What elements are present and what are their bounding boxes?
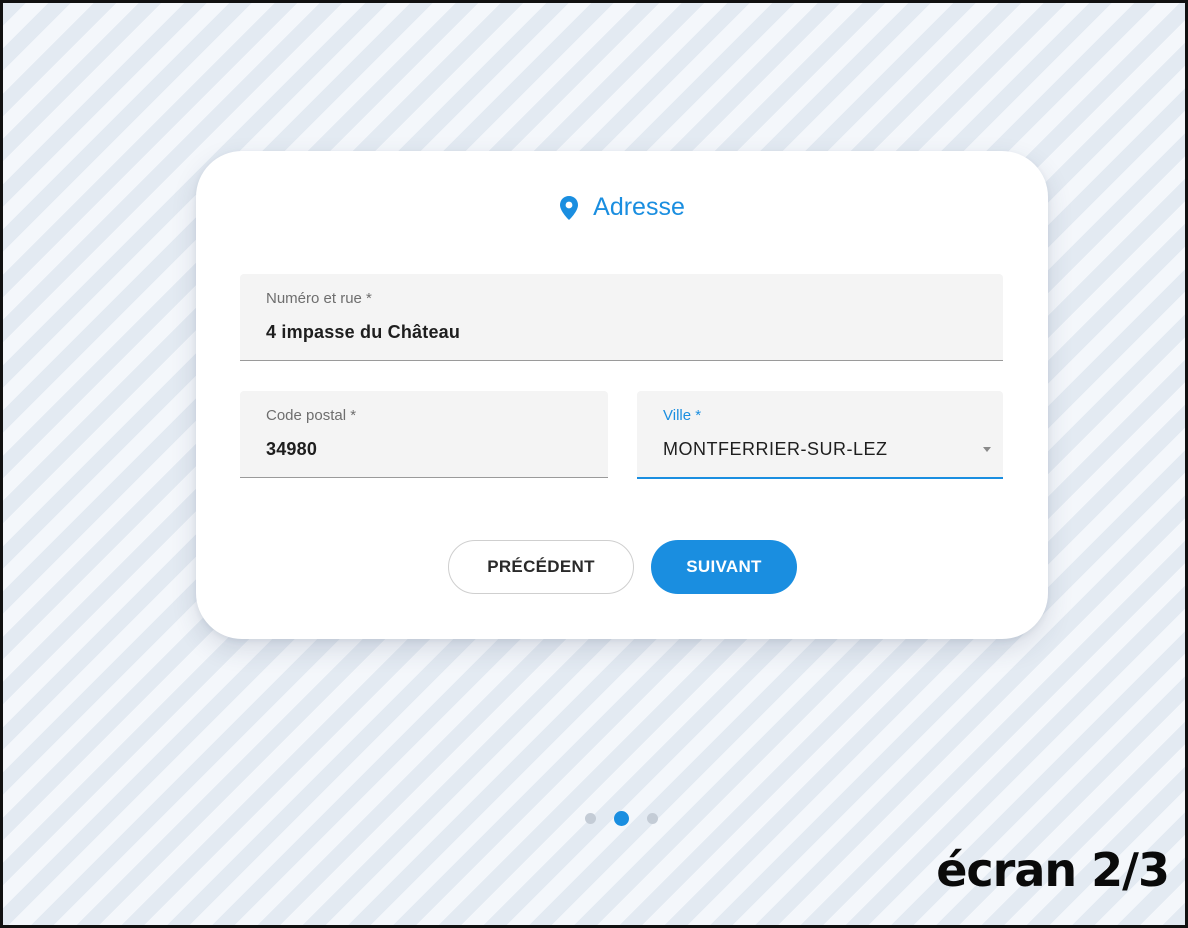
next-button[interactable]: SUIVANT	[651, 540, 797, 594]
postal-code-field-label: Code postal *	[266, 407, 357, 424]
pager-dot-2-active[interactable]	[614, 811, 629, 826]
address-form-card: Adresse Numéro et rue * 4 impasse du Châ…	[196, 151, 1048, 639]
city-select[interactable]: Ville * MONTFERRIER-SUR-LEZ	[637, 391, 1003, 479]
card-title: Adresse	[593, 193, 685, 221]
previous-button[interactable]: PRÉCÉDENT	[448, 540, 634, 594]
chevron-down-icon[interactable]	[983, 447, 991, 452]
city-select-value: MONTFERRIER-SUR-LEZ	[663, 439, 888, 459]
pager-dots	[583, 811, 663, 826]
postal-code-field-value: 34980	[266, 439, 318, 459]
city-select-label: Ville *	[663, 407, 702, 424]
card-header: Adresse	[196, 193, 1048, 222]
screen-counter: écran 2/3	[936, 843, 1170, 897]
street-field-label: Numéro et rue *	[266, 290, 372, 307]
map-pin-icon	[559, 195, 579, 220]
postal-code-field[interactable]: Code postal * 34980	[240, 391, 608, 478]
street-field[interactable]: Numéro et rue * 4 impasse du Château	[240, 274, 1003, 361]
pager-dot-3[interactable]	[647, 813, 658, 824]
street-field-value: 4 impasse du Château	[266, 322, 461, 342]
pager-dot-1[interactable]	[585, 813, 596, 824]
app-frame: Adresse Numéro et rue * 4 impasse du Châ…	[0, 0, 1188, 928]
